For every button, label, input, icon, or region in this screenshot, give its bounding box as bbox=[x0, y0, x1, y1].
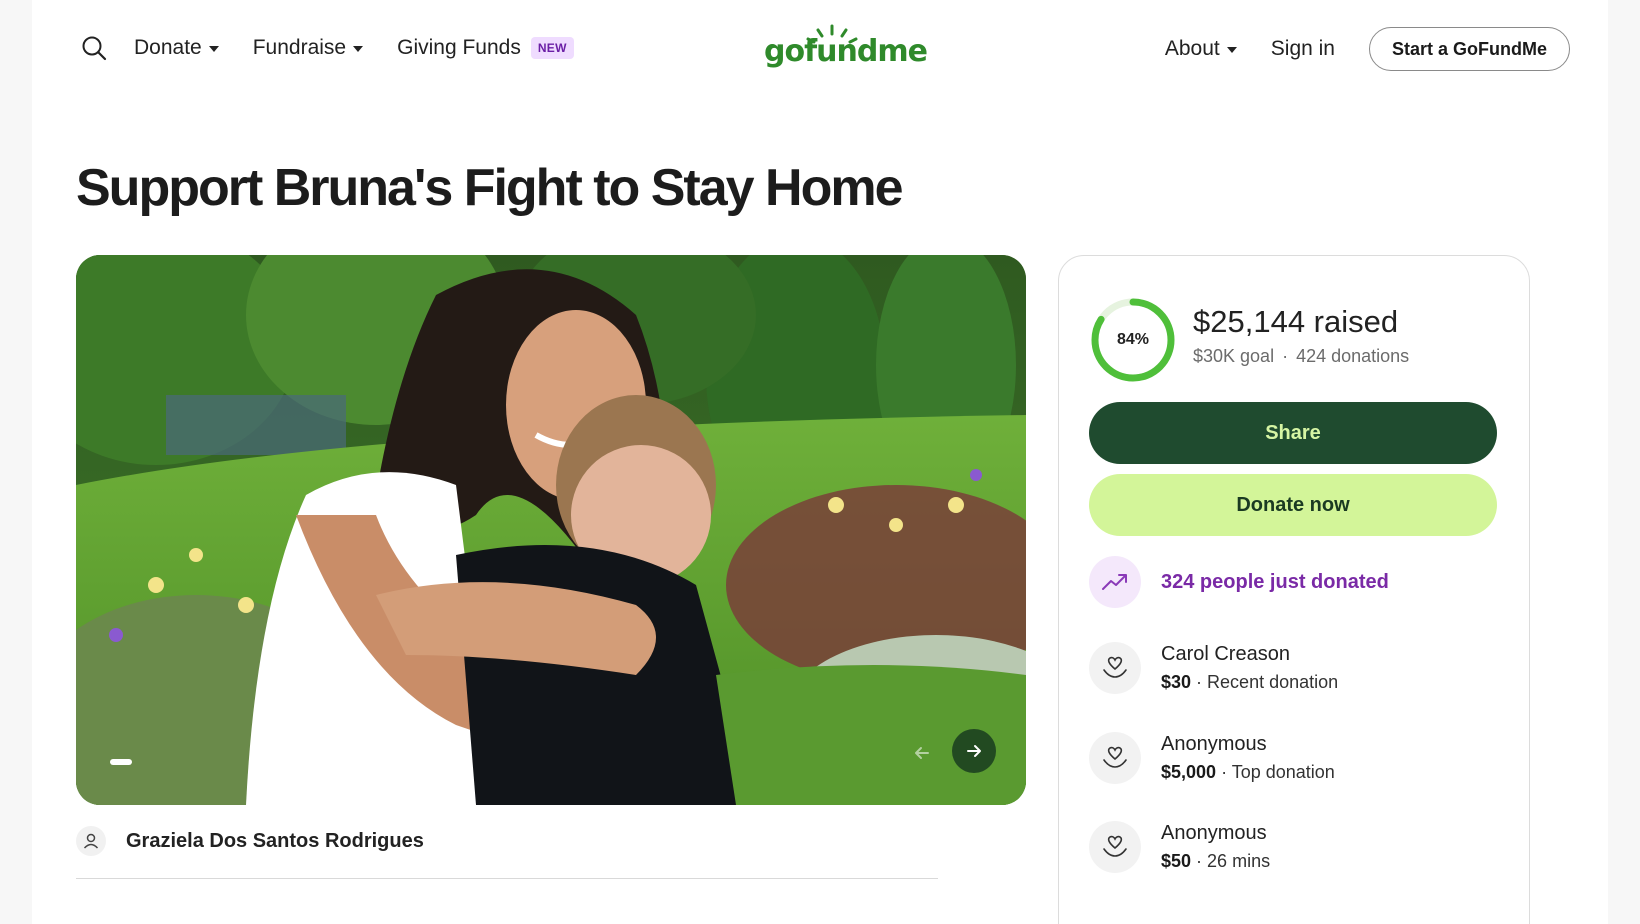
nav-giving-funds[interactable]: Giving Funds NEW bbox=[397, 36, 574, 60]
donor-info: Carol Creason $30 · Recent donation bbox=[1161, 643, 1338, 693]
heart-hand-icon bbox=[1089, 732, 1141, 784]
donor-note: 26 mins bbox=[1207, 851, 1271, 871]
nav-giving-funds-label: Giving Funds bbox=[397, 36, 521, 59]
goal-amount: $30K goal bbox=[1193, 346, 1275, 366]
donor-amount: $30 bbox=[1161, 672, 1192, 692]
share-button[interactable]: Share bbox=[1089, 402, 1497, 464]
nav-about[interactable]: About bbox=[1165, 37, 1237, 61]
donor-amount: $50 bbox=[1161, 851, 1192, 871]
nav-donate-label: Donate bbox=[134, 36, 202, 59]
recent-donors-text: 324 people just donated bbox=[1161, 570, 1389, 593]
donor-note: Top donation bbox=[1231, 762, 1335, 782]
header-nav-right: About Sign in Start a GoFundMe bbox=[1165, 27, 1570, 71]
arrow-right-icon[interactable] bbox=[952, 729, 996, 773]
nav-fundraise[interactable]: Fundraise bbox=[252, 36, 364, 60]
header-nav-left: Donate Fundraise Giving Funds NEW bbox=[76, 30, 608, 66]
donor-name: Anonymous bbox=[1161, 733, 1267, 755]
separator-dot: · bbox=[1282, 346, 1289, 366]
donor-meta: $30 · Recent donation bbox=[1161, 672, 1339, 692]
donor-name: Anonymous bbox=[1161, 822, 1267, 844]
organizer[interactable]: Graziela Dos Santos Rodrigues bbox=[76, 826, 424, 856]
campaign-photo[interactable] bbox=[76, 255, 1026, 805]
page-title: Support Bruna's Fight to Stay Home bbox=[76, 159, 903, 217]
page: Donate Fundraise Giving Funds NEW gofund… bbox=[32, 0, 1608, 924]
amount-raised: $25,144 raised bbox=[1193, 304, 1399, 339]
heart-hand-icon bbox=[1089, 821, 1141, 873]
nav-about-label: About bbox=[1164, 37, 1220, 60]
donor-info: Anonymous $50 · 26 mins bbox=[1161, 822, 1270, 872]
donation-card: 84% $25,144 raised $30K goal · 424 donatio… bbox=[1058, 255, 1530, 924]
heart-hand-icon bbox=[1089, 642, 1141, 694]
carousel-indicator[interactable] bbox=[110, 759, 132, 765]
donor-info: Anonymous $5,000 · Top donation bbox=[1161, 733, 1335, 783]
donation-count: 424 donations bbox=[1296, 346, 1410, 366]
donate-now-button[interactable]: Donate now bbox=[1089, 474, 1497, 536]
donor-name: Carol Creason bbox=[1161, 643, 1290, 665]
donor-amount: $5,000 bbox=[1161, 762, 1217, 782]
donor-item: Anonymous $50 · 26 mins bbox=[1089, 821, 1270, 873]
donor-meta: $50 · 26 mins bbox=[1161, 851, 1271, 871]
donor-item: Carol Creason $30 · Recent donation bbox=[1089, 642, 1338, 694]
start-gofundme-button[interactable]: Start a GoFundMe bbox=[1368, 27, 1570, 71]
search-icon[interactable] bbox=[76, 30, 112, 66]
nav-fundraise-label: Fundraise bbox=[252, 36, 347, 59]
nav-donate[interactable]: Donate bbox=[134, 36, 219, 60]
trending-up-icon bbox=[1089, 556, 1141, 608]
donor-item: Anonymous $5,000 · Top donation bbox=[1089, 732, 1335, 784]
gofundme-logo[interactable]: gofundme bbox=[764, 22, 928, 74]
nav-sign-in-label: Sign in bbox=[1270, 37, 1335, 60]
logo-text: gofundme bbox=[764, 34, 928, 69]
caret-down-icon bbox=[208, 46, 219, 52]
recent-activity[interactable]: 324 people just donated bbox=[1089, 556, 1389, 608]
progress-ring: 84% bbox=[1089, 296, 1177, 384]
donor-note: Recent donation bbox=[1207, 672, 1339, 692]
user-icon bbox=[76, 826, 106, 856]
nav-sign-in[interactable]: Sign in bbox=[1271, 37, 1335, 61]
new-badge: NEW bbox=[530, 37, 574, 59]
arrow-left-icon[interactable] bbox=[902, 733, 942, 773]
goal-line: $30K goal · 424 donations bbox=[1193, 346, 1409, 367]
progress-percent: 84% bbox=[1116, 331, 1150, 348]
caret-down-icon bbox=[353, 46, 364, 52]
donor-meta: $5,000 · Top donation bbox=[1161, 762, 1335, 782]
caret-down-icon bbox=[1226, 47, 1237, 53]
divider bbox=[76, 878, 938, 879]
organizer-name: Graziela Dos Santos Rodrigues bbox=[126, 829, 424, 852]
